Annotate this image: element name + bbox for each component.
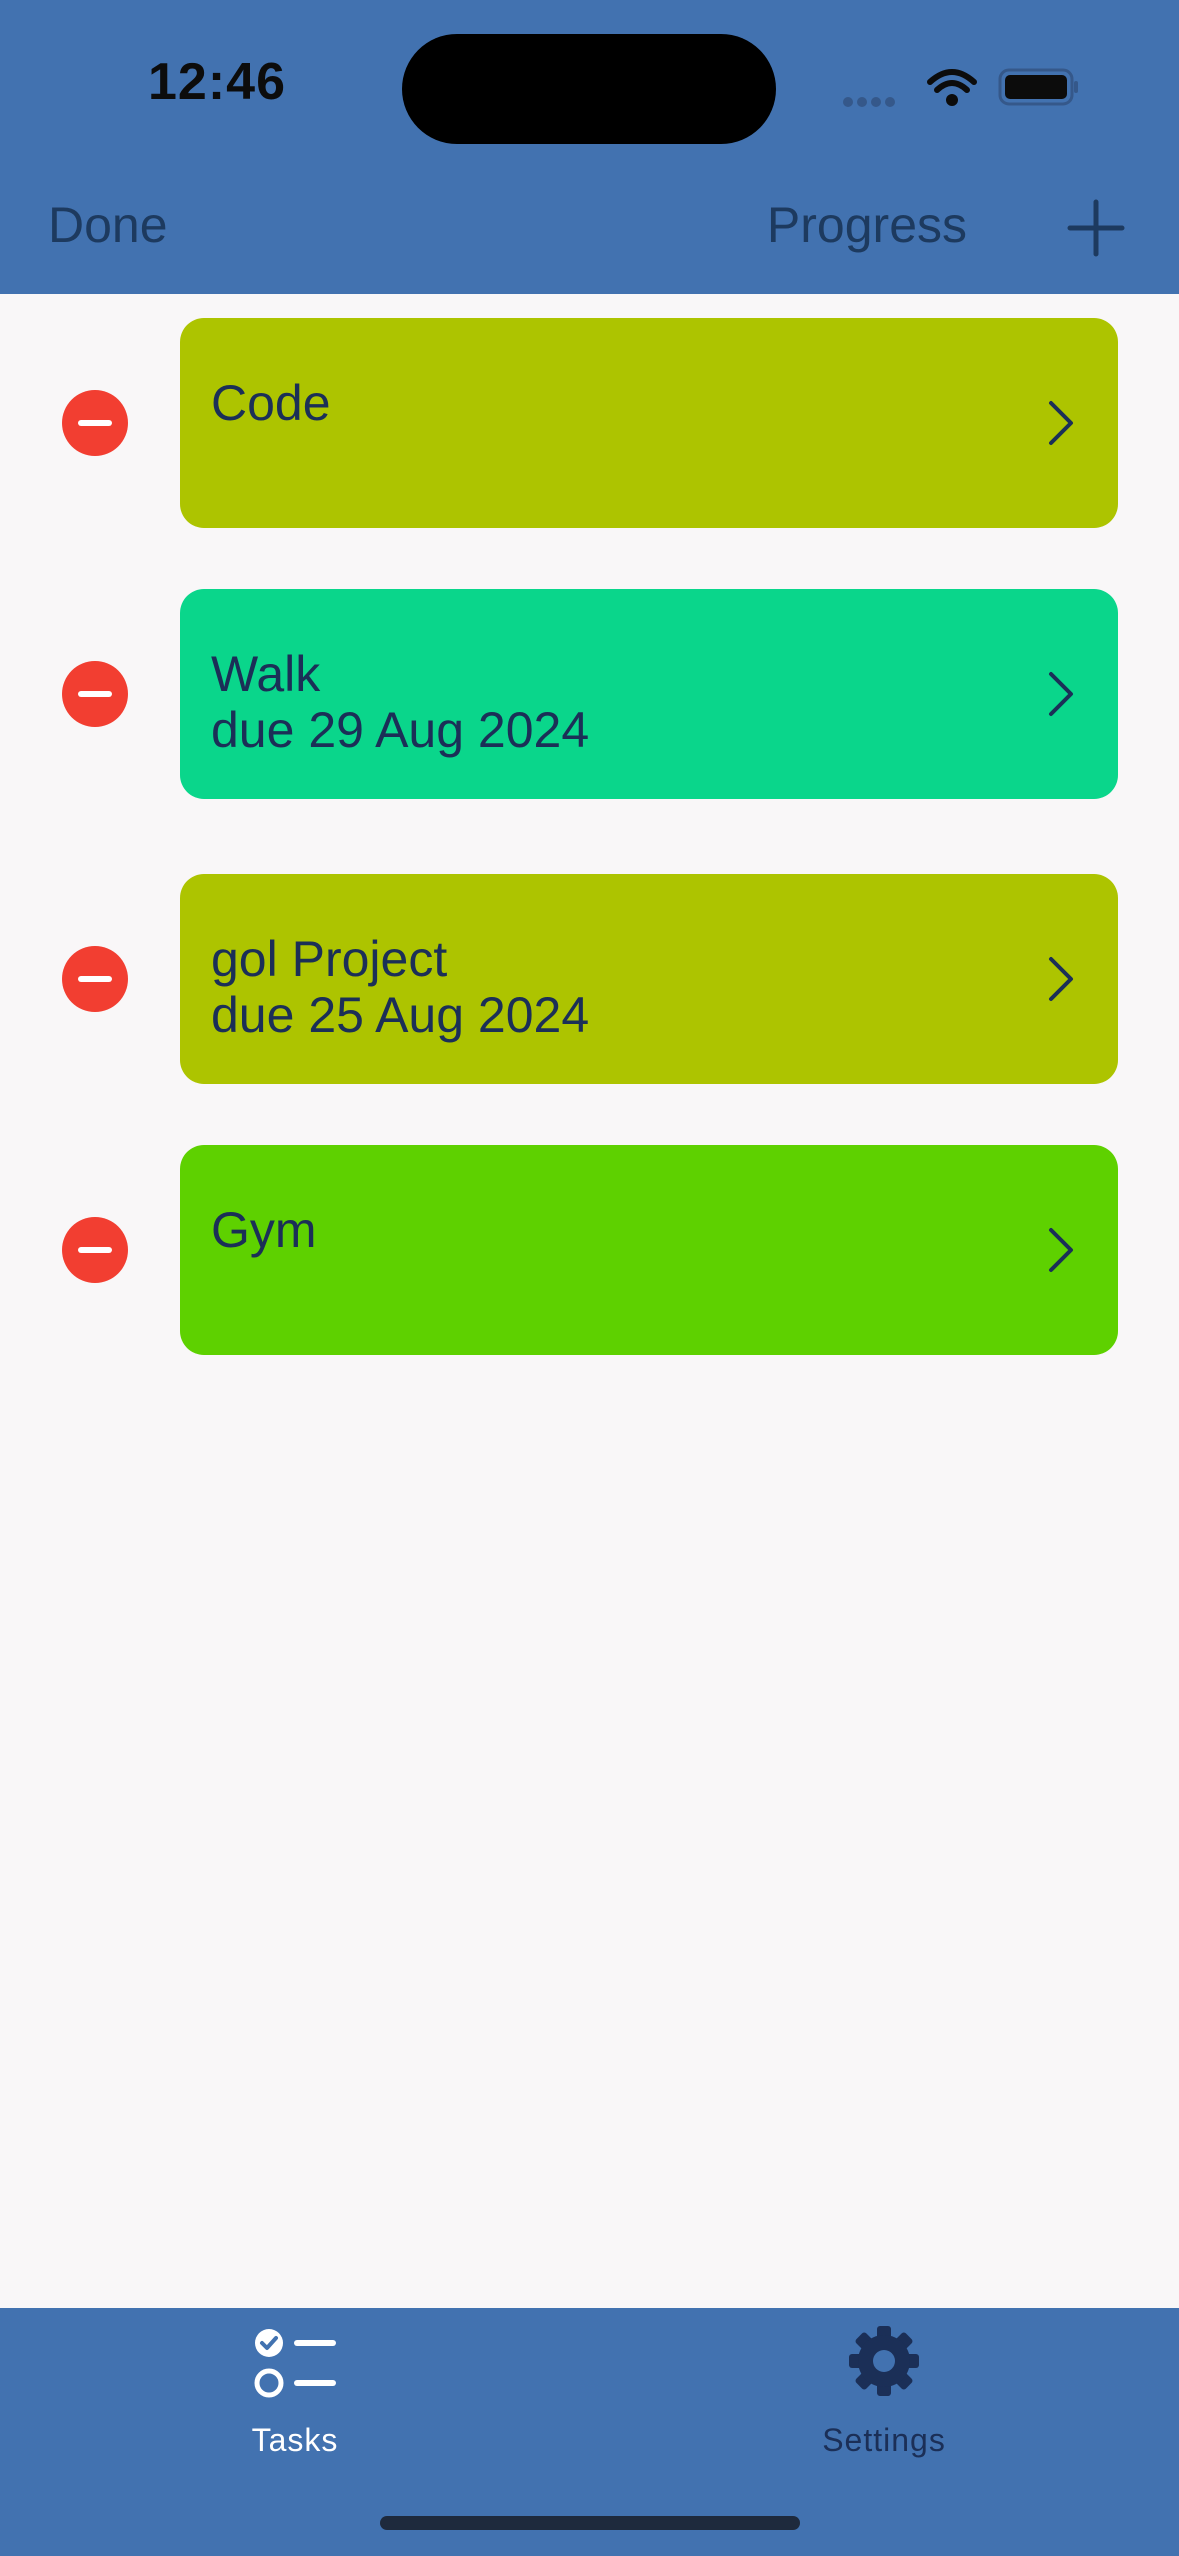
status-icons xyxy=(843,68,1078,107)
chevron-right-icon xyxy=(1049,672,1073,716)
chevron-right-icon xyxy=(1049,401,1073,445)
progress-button[interactable]: Progress xyxy=(767,196,967,254)
task-due-date: due 29 Aug 2024 xyxy=(211,702,590,758)
task-title: Walk xyxy=(211,646,321,702)
tab-settings-label: Settings xyxy=(822,2422,946,2458)
task-card[interactable]: Walk due 29 Aug 2024 xyxy=(180,589,1118,799)
gear-icon xyxy=(849,2326,919,2396)
task-title: Gym xyxy=(211,1202,317,1258)
battery-icon xyxy=(998,68,1078,106)
task-row: Code xyxy=(0,318,1179,528)
task-due-date: due 25 Aug 2024 xyxy=(211,987,590,1043)
chevron-right-icon xyxy=(1049,1228,1073,1272)
home-indicator xyxy=(380,2516,800,2530)
task-card[interactable]: gol Project due 25 Aug 2024 xyxy=(180,874,1118,1084)
tab-tasks-label: Tasks xyxy=(251,2422,339,2458)
task-row: Walk due 29 Aug 2024 xyxy=(0,589,1179,799)
checklist-icon xyxy=(254,2329,336,2398)
task-title: Code xyxy=(211,375,331,431)
task-row: Gym xyxy=(0,1145,1179,1355)
task-card[interactable]: Gym xyxy=(180,1145,1118,1355)
task-title: gol Project xyxy=(211,931,448,987)
delete-icon[interactable] xyxy=(62,661,128,727)
delete-icon[interactable] xyxy=(62,390,128,456)
tab-settings[interactable]: Settings xyxy=(784,2308,984,2478)
dynamic-island xyxy=(402,34,776,144)
done-button[interactable]: Done xyxy=(48,196,168,254)
chevron-right-icon xyxy=(1049,957,1073,1001)
delete-icon[interactable] xyxy=(62,946,128,1012)
cellular-signal-icon xyxy=(843,97,895,107)
task-card[interactable]: Code xyxy=(180,318,1118,528)
plus-icon[interactable] xyxy=(1066,198,1126,258)
header: 12:46 Done Progress xyxy=(0,0,1179,294)
delete-icon[interactable] xyxy=(62,1217,128,1283)
task-row: gol Project due 25 Aug 2024 xyxy=(0,874,1179,1084)
status-time: 12:46 xyxy=(148,53,286,111)
wifi-icon xyxy=(927,69,977,106)
tab-tasks[interactable]: Tasks xyxy=(195,2308,395,2478)
